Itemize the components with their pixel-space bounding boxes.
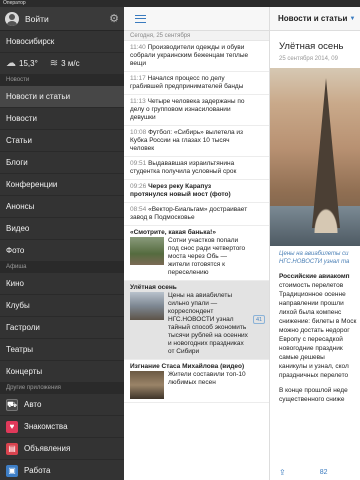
news-item[interactable]: 09:26 Через реку Карапуз протянулся новы… bbox=[124, 180, 269, 203]
article-footer: ⇪ 82 bbox=[270, 464, 360, 480]
car-icon: ⛟ bbox=[6, 398, 18, 411]
sidebar-item-news-and-articles[interactable]: Новости и статьи bbox=[0, 86, 124, 108]
sidebar-item-tours[interactable]: Гастроли bbox=[0, 317, 124, 339]
news-text: Выдававшая израильтянина студентка получ… bbox=[130, 160, 237, 175]
app-label: Знакомства bbox=[24, 422, 68, 431]
chevron-down-icon[interactable]: ▼ bbox=[349, 16, 355, 22]
photo-caption: Цены на авиабилеты си НГС.НОВОСТИ узнал … bbox=[279, 251, 350, 265]
menu-icon[interactable] bbox=[135, 14, 146, 23]
sidebar-item-blogs[interactable]: Блоги bbox=[0, 152, 124, 174]
section-header-news: Новости bbox=[0, 75, 124, 86]
status-bar: Оператор bbox=[0, 0, 360, 7]
news-item[interactable]: 09:51 Выдававшая израильтянина студентка… bbox=[124, 157, 269, 180]
sidebar-item-news[interactable]: Новости bbox=[0, 108, 124, 130]
featured-item[interactable]: «Смотрите, какая банька!» Сотни участков… bbox=[124, 226, 269, 281]
article-date: 25 сентября 2014, 09 bbox=[279, 56, 338, 62]
article-comment-count[interactable]: 82 bbox=[320, 469, 328, 476]
wind-speed: 3 м/с bbox=[61, 59, 80, 68]
news-text: Через реку Карапуз протянулся новый мост… bbox=[130, 183, 231, 198]
news-time: 11:17 bbox=[130, 75, 146, 82]
gear-icon[interactable]: ⚙ bbox=[109, 12, 119, 25]
list-header bbox=[124, 7, 269, 31]
app-window: Оператор Войти ⚙ Новосибирск ☁ 15,3° ≋ 3… bbox=[0, 0, 360, 480]
featured-title: «Смотрите, какая банька!» bbox=[130, 229, 216, 236]
app-link-ads[interactable]: ▤ Объявления bbox=[0, 438, 124, 460]
news-time: 10:08 bbox=[130, 129, 147, 136]
cloud-icon: ☁ bbox=[6, 58, 16, 69]
article-header[interactable]: Новости и статьи ▼ bbox=[270, 7, 360, 31]
featured-thumbnail bbox=[130, 237, 164, 265]
sidebar-item-conferences[interactable]: Конференции bbox=[0, 174, 124, 196]
featured-text: Жители составили топ-10 любимых песен bbox=[168, 371, 246, 386]
avatar-icon bbox=[5, 11, 19, 26]
news-item[interactable]: 10:08 Футбол: «Сибирь» вылетела из Кубка… bbox=[124, 126, 269, 157]
app-link-dating[interactable]: ♥ Знакомства bbox=[0, 416, 124, 438]
app-label: Авто bbox=[24, 400, 42, 409]
carrier-label: Оператор bbox=[3, 0, 26, 6]
sidebar-item-cinema[interactable]: Кино bbox=[0, 273, 124, 295]
login-button[interactable]: Войти bbox=[25, 14, 109, 24]
wind-icon: ≋ bbox=[49, 58, 59, 69]
news-item[interactable]: 08:54 «Вектор-Биальгам» достраивает заво… bbox=[124, 203, 269, 226]
sidebar-item-video[interactable]: Видео bbox=[0, 218, 124, 240]
sidebar: Войти ⚙ Новосибирск ☁ 15,3° ≋ 3 м/с Ново… bbox=[0, 7, 124, 480]
article-title: Улётная осень bbox=[279, 41, 344, 52]
sidebar-item-concerts[interactable]: Концерты bbox=[0, 361, 124, 383]
login-row[interactable]: Войти ⚙ bbox=[0, 7, 124, 31]
news-text: Производители одежды и обуви собрали укр… bbox=[130, 44, 249, 67]
sidebar-item-photo[interactable]: Фото bbox=[0, 240, 124, 262]
news-time: 09:51 bbox=[130, 160, 147, 167]
news-text: Четыре человека задержаны по делу о груп… bbox=[130, 98, 245, 121]
featured-thumbnail bbox=[130, 292, 164, 320]
news-text: Начался процесс по делу грабившей предпр… bbox=[130, 75, 244, 90]
featured-title: Изгнание Стаса Михайлова (видео) bbox=[130, 363, 245, 370]
sidebar-item-articles[interactable]: Статьи bbox=[0, 130, 124, 152]
sidebar-item-clubs[interactable]: Клубы bbox=[0, 295, 124, 317]
sidebar-item-announcements[interactable]: Анонсы bbox=[0, 196, 124, 218]
news-item[interactable]: 11:40 Производители одежды и обуви собра… bbox=[124, 41, 269, 72]
news-item[interactable]: 11:13 Четыре человека задержаны по делу … bbox=[124, 95, 269, 126]
section-header-apps: Другие приложения bbox=[0, 383, 124, 394]
weather-widget[interactable]: ☁ 15,3° ≋ 3 м/с bbox=[0, 53, 124, 75]
app-label: Работа bbox=[24, 466, 51, 475]
app-link-jobs[interactable]: ▣ Работа bbox=[0, 460, 124, 480]
featured-item-selected[interactable]: Улётная осень Цены на авиабилеты сильно … bbox=[124, 281, 269, 360]
article-pane: Новости и статьи ▼ Улётная осень 25 сент… bbox=[270, 7, 360, 480]
share-icon[interactable]: ⇪ bbox=[279, 468, 286, 477]
ads-icon: ▤ bbox=[6, 442, 18, 455]
briefcase-icon: ▣ bbox=[6, 464, 18, 477]
news-time: 09:26 bbox=[130, 183, 147, 190]
news-item[interactable]: 11:17 Начался процесс по делу грабившей … bbox=[124, 72, 269, 95]
news-time: 08:54 bbox=[130, 206, 147, 213]
temperature: 15,3° bbox=[19, 59, 38, 68]
city-selector[interactable]: Новосибирск bbox=[0, 31, 124, 53]
news-text: Футбол: «Сибирь» вылетела из Кубка Росси… bbox=[130, 129, 244, 152]
eiffel-tower-arch bbox=[304, 188, 348, 233]
section-header-afisha: Афиша bbox=[0, 262, 124, 273]
featured-thumbnail bbox=[130, 371, 164, 399]
article-body: Российские авиакомп стоимость перелетов … bbox=[279, 273, 357, 403]
date-header: Сегодня, 25 сентября bbox=[124, 31, 269, 41]
news-list: Сегодня, 25 сентября 11:40 Производители… bbox=[124, 7, 270, 480]
featured-text: Сотни участков попали под снос ради четв… bbox=[168, 237, 246, 276]
news-time: 11:40 bbox=[130, 44, 146, 51]
section-title[interactable]: Новости и статьи bbox=[278, 14, 347, 23]
heart-icon: ♥ bbox=[6, 420, 18, 433]
featured-text: Цены на авиабилеты сильно упали — коррес… bbox=[168, 292, 248, 355]
news-time: 11:13 bbox=[130, 98, 146, 105]
featured-item[interactable]: Изгнание Стаса Михайлова (видео) Жители … bbox=[124, 360, 269, 403]
comment-count[interactable]: 41 bbox=[253, 315, 265, 324]
app-label: Объявления bbox=[24, 444, 71, 453]
featured-title: Улётная осень bbox=[130, 284, 177, 291]
app-link-auto[interactable]: ⛟ Авто bbox=[0, 394, 124, 416]
article-photo[interactable] bbox=[270, 68, 360, 246]
news-text: «Вектор-Биальгам» достраивает завод в По… bbox=[130, 206, 248, 221]
sidebar-item-theatres[interactable]: Театры bbox=[0, 339, 124, 361]
